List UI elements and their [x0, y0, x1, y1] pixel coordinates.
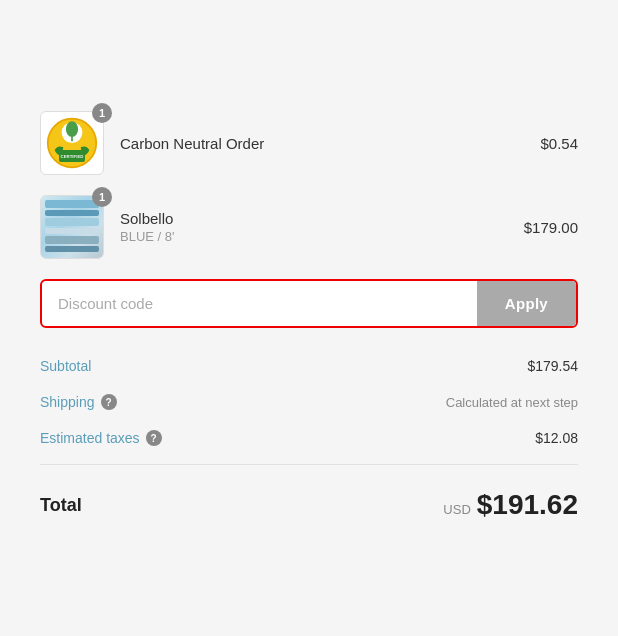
item-image-wrapper: 1 [40, 195, 104, 259]
carbon-neutral-icon: CERTIFIED [46, 117, 98, 169]
item-name: Carbon Neutral Order [120, 135, 524, 152]
subtotal-row: Subtotal $179.54 [40, 348, 578, 384]
item-name: Solbello [120, 210, 508, 227]
list-item: 1 Solbello BLUE / 8' $179.00 [40, 195, 578, 259]
total-value-wrapper: USD $191.62 [443, 489, 578, 521]
solbello-image [40, 195, 104, 259]
list-item: CERTIFIED 1 Carbon Neutral Order $0.54 [40, 111, 578, 175]
discount-code-input[interactable] [42, 281, 477, 326]
summary-divider [40, 464, 578, 465]
total-currency: USD [443, 502, 470, 517]
total-label: Total [40, 495, 82, 516]
solbello-product-image [41, 196, 103, 258]
item-details: Solbello BLUE / 8' [120, 210, 508, 244]
item-image-wrapper: CERTIFIED 1 [40, 111, 104, 175]
subtotal-value: $179.54 [527, 358, 578, 374]
apply-discount-button[interactable]: Apply [477, 281, 576, 326]
item-price: $179.00 [524, 219, 578, 236]
shipping-label: Shipping ? [40, 394, 117, 410]
shipping-help-icon[interactable]: ? [101, 394, 117, 410]
item-badge: 1 [92, 103, 112, 123]
svg-text:CERTIFIED: CERTIFIED [61, 154, 84, 159]
carbon-neutral-image: CERTIFIED [40, 111, 104, 175]
item-details: Carbon Neutral Order [120, 135, 524, 152]
item-badge: 1 [92, 187, 112, 207]
shipping-row: Shipping ? Calculated at next step [40, 384, 578, 420]
taxes-label: Estimated taxes ? [40, 430, 162, 446]
taxes-row: Estimated taxes ? $12.08 [40, 420, 578, 456]
order-summary: CERTIFIED 1 Carbon Neutral Order $0.54 [0, 87, 618, 549]
svg-point-2 [66, 121, 78, 137]
discount-code-section: Apply [40, 279, 578, 328]
total-value: $191.62 [477, 489, 578, 521]
taxes-help-icon[interactable]: ? [146, 430, 162, 446]
taxes-value: $12.08 [535, 430, 578, 446]
subtotal-label: Subtotal [40, 358, 91, 374]
item-price: $0.54 [540, 135, 578, 152]
item-variant: BLUE / 8' [120, 229, 508, 244]
shipping-value: Calculated at next step [446, 395, 578, 410]
total-row: Total USD $191.62 [40, 473, 578, 525]
